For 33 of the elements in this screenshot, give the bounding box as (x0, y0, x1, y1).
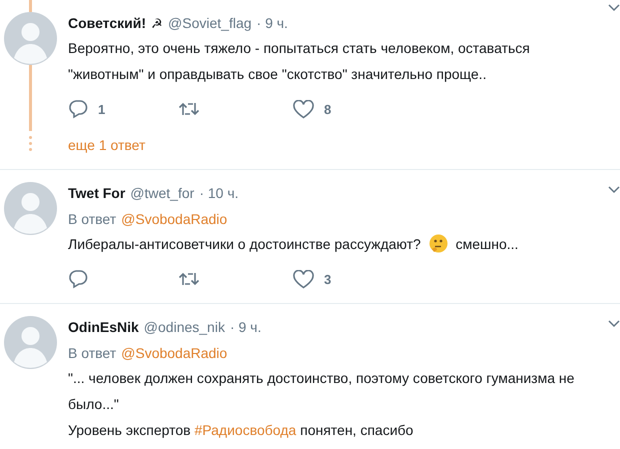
chevron-icon[interactable] (608, 320, 620, 328)
sickle-icon: ☭ (151, 16, 164, 31)
reply-label: В ответ (68, 211, 116, 227)
user-handle[interactable]: @Soviet_flag (168, 15, 252, 31)
like-count: 8 (324, 102, 332, 116)
heart-icon[interactable] (293, 100, 314, 118)
user-name[interactable]: Twet For (68, 185, 126, 201)
tweet-time[interactable]: · 9 ч. (256, 15, 288, 31)
user-name[interactable]: OdinEsNik (68, 319, 139, 335)
user-handle[interactable]: @odines_nik (144, 319, 225, 335)
tweet-text: "... человек должен сохранять достоинство, поэтому советского гуманизма не было..." (68, 369, 576, 414)
heart-icon[interactable] (293, 270, 314, 288)
retweet-icon[interactable] (178, 270, 200, 288)
mention-link[interactable]: @SvobodaRadio (121, 345, 228, 361)
hashtag-link[interactable]: #Радиосвобода (194, 422, 296, 438)
reply-count: 1 (98, 102, 106, 116)
like-count: 3 (324, 272, 332, 286)
user-name[interactable]: Советский! (68, 15, 146, 31)
mention-link[interactable]: @SvobodaRadio (121, 211, 228, 227)
thinking-face-icon (428, 234, 448, 253)
retweet-icon[interactable] (178, 100, 200, 118)
tweet-time[interactable]: · 10 ч. (199, 185, 239, 201)
tweet-text: Уровень экспертов #Радиосвобода понятен, спасибо (68, 421, 414, 440)
tweet-text: Вероятно, это очень тяжело - попытаться стать человеком, оставаться "животным" и оправдывать свое "скотство" значительно проще.. (68, 39, 531, 84)
tweet-time[interactable]: · 9 ч. (230, 319, 262, 335)
more-replies-link[interactable]: еще 1 ответ (68, 137, 608, 153)
chevron-icon[interactable] (608, 186, 620, 194)
reply-label: В ответ (68, 345, 116, 361)
reply-icon[interactable] (68, 269, 88, 289)
tweet-text: Либералы-антисоветчики о достоинстве рассуждают? смешно... (68, 233, 520, 255)
user-handle[interactable]: @twet_for (130, 185, 194, 201)
reply-icon[interactable] (68, 99, 88, 119)
chevron-icon[interactable] (608, 4, 620, 12)
